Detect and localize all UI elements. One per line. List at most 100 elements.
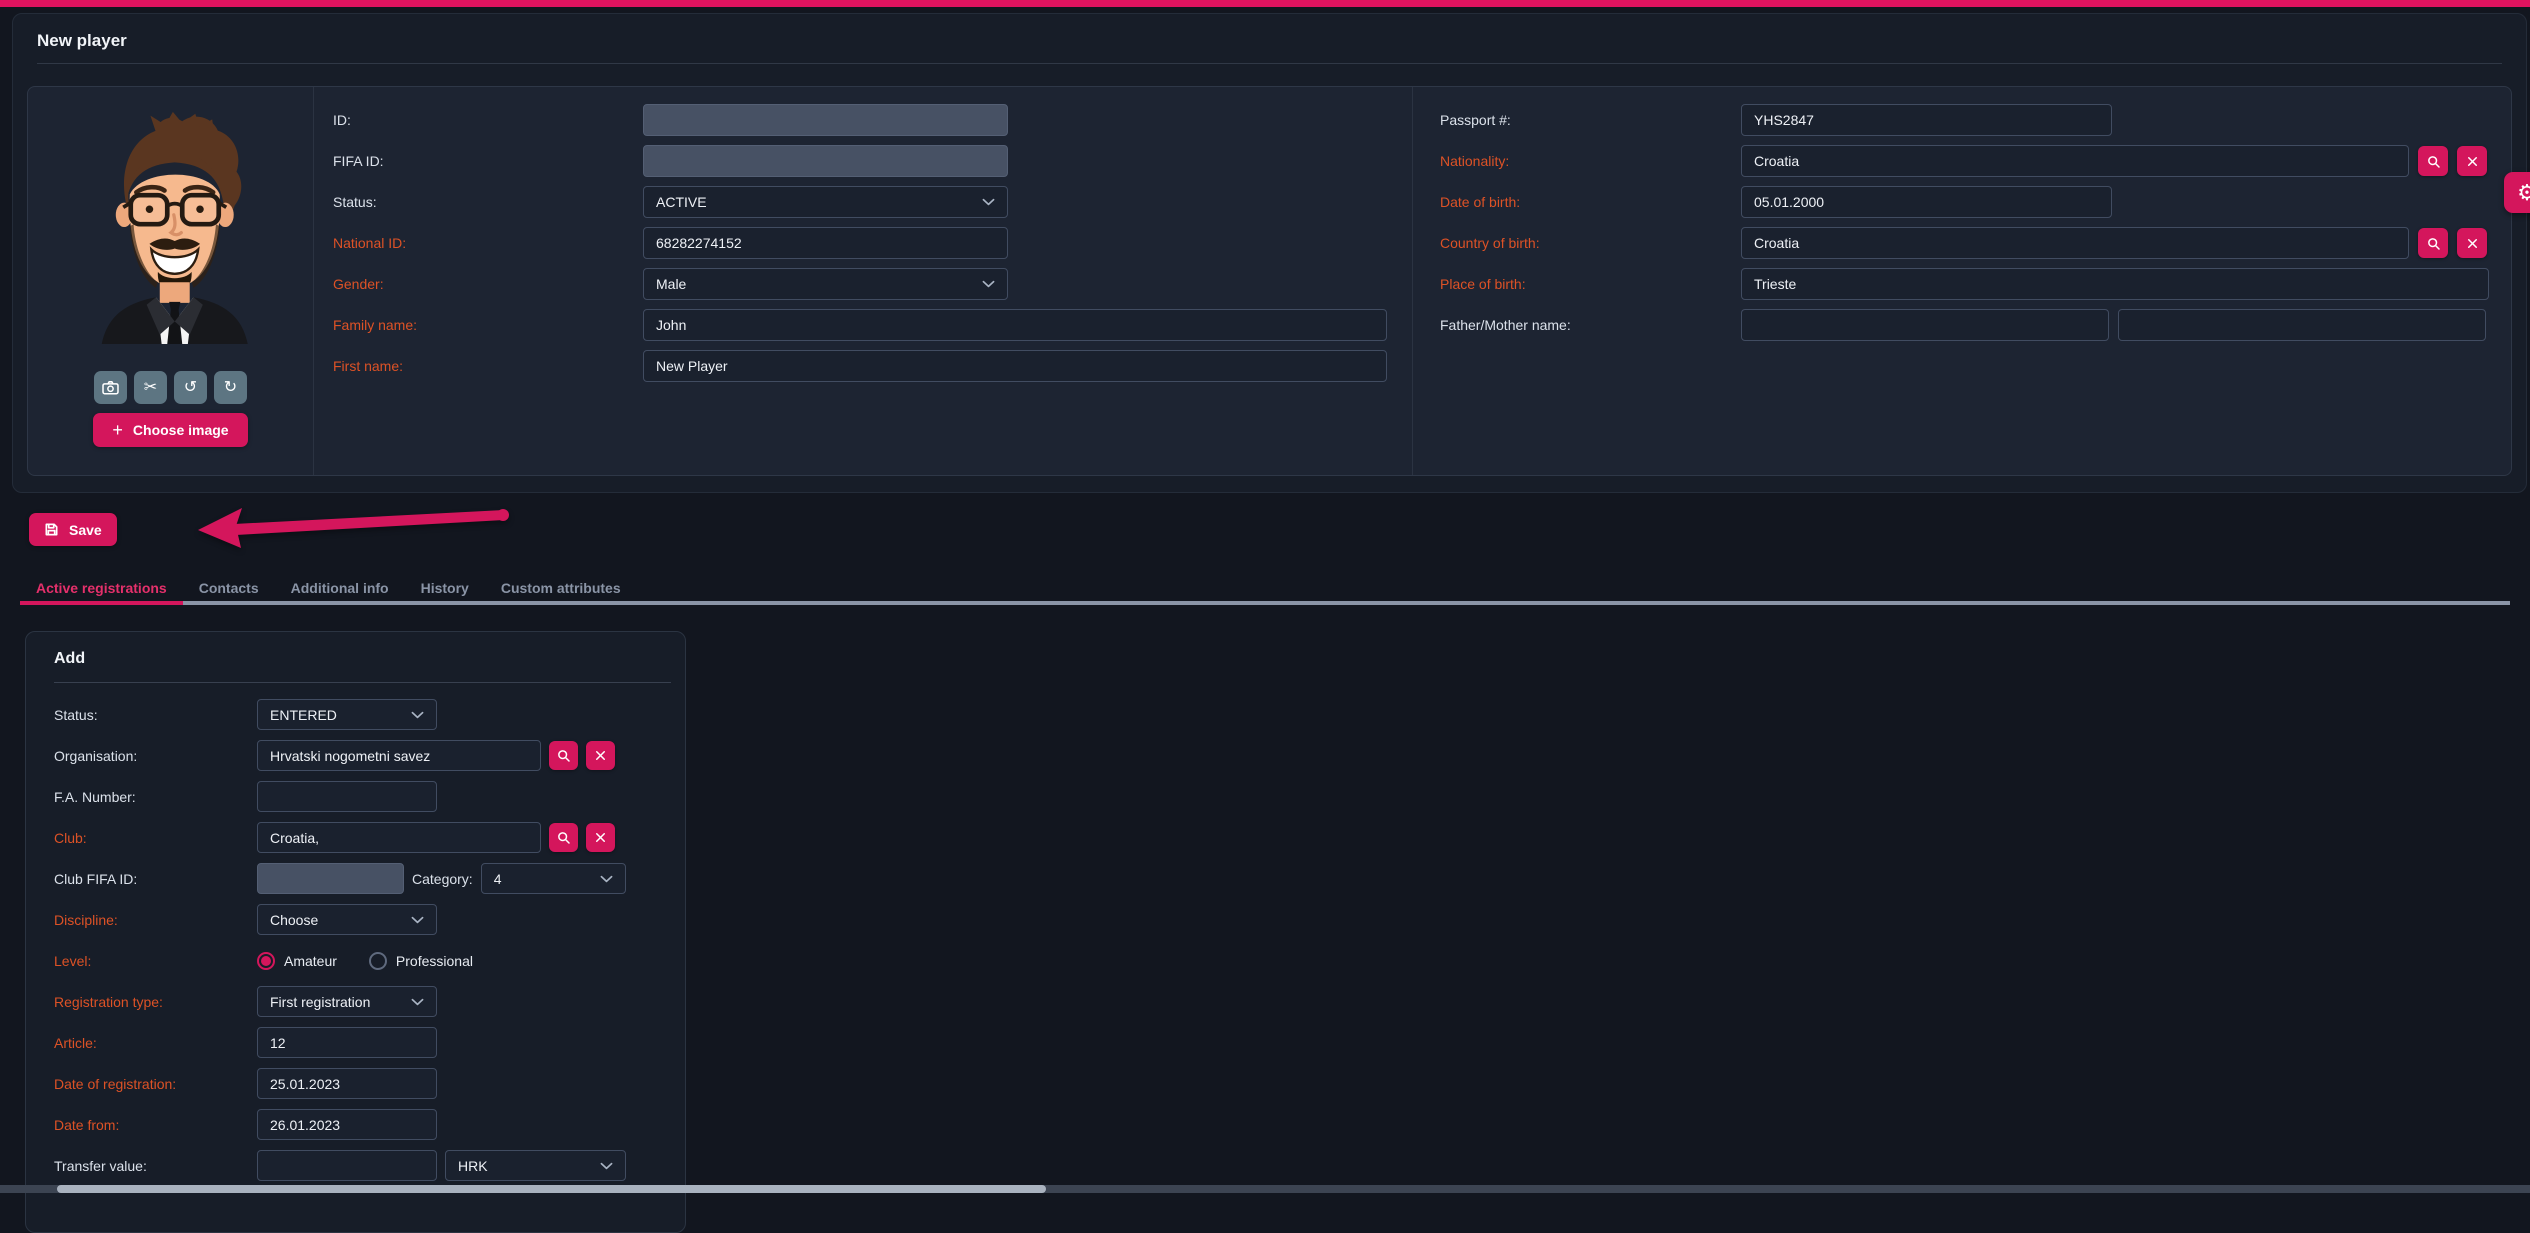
fa-number-label: F.A. Number: xyxy=(54,789,257,805)
registration-type-select[interactable]: First registration xyxy=(257,986,437,1017)
currency-select[interactable]: HRK xyxy=(445,1150,626,1181)
fifa-id-label: FIFA ID: xyxy=(333,153,643,169)
chevron-down-icon xyxy=(411,711,424,719)
date-of-birth-label: Date of birth: xyxy=(1440,194,1741,210)
close-icon xyxy=(593,830,608,845)
divider xyxy=(37,63,2502,64)
passport-number-input[interactable] xyxy=(1741,104,2112,136)
transfer-value-input[interactable] xyxy=(257,1150,437,1181)
reg-status-select[interactable]: ENTERED xyxy=(257,699,437,730)
tab-additional-info[interactable]: Additional info xyxy=(275,575,405,601)
organisation-search-button[interactable] xyxy=(549,741,578,770)
search-icon xyxy=(556,748,571,763)
article-input[interactable] xyxy=(257,1027,437,1058)
date-from-input[interactable] xyxy=(257,1109,437,1140)
gender-selected-value: Male xyxy=(656,276,686,292)
player-form-right: Passport #: Nationality: Date of birth: Cou… xyxy=(1413,87,2511,475)
form-row-nationality: Nationality: xyxy=(1440,145,2511,177)
family-name-label: Family name: xyxy=(333,317,643,333)
form-row-family-name: Family name: xyxy=(333,309,1412,341)
new-player-page: New player xyxy=(0,13,2530,1233)
horizontal-scrollbar[interactable] xyxy=(0,1185,2530,1193)
family-name-input[interactable] xyxy=(643,309,1387,341)
reg-status-label: Status: xyxy=(54,707,257,723)
chevron-down-icon xyxy=(600,875,613,883)
form-row-country-of-birth: Country of birth: xyxy=(1440,227,2511,259)
camera-icon xyxy=(102,380,119,395)
country-of-birth-clear-button[interactable] xyxy=(2457,228,2487,258)
chevron-down-icon xyxy=(982,280,995,288)
level-radio-label-professional[interactable]: Professional xyxy=(396,953,473,969)
tab-active-registrations[interactable]: Active registrations xyxy=(20,575,183,601)
status-label: Status: xyxy=(333,194,643,210)
chevron-down-icon xyxy=(600,1162,613,1170)
category-selected-value: 4 xyxy=(494,871,502,887)
gear-icon: ⚙ xyxy=(2517,180,2530,206)
nationality-search-button[interactable] xyxy=(2418,146,2448,176)
discipline-select[interactable]: Choose xyxy=(257,904,437,935)
rotate-left-button[interactable]: ↺ xyxy=(174,371,207,404)
add-registration-card: Add Status:ENTEREDOrganisation:F.A. Numb… xyxy=(25,631,686,1233)
level-radio-label-amateur[interactable]: Amateur xyxy=(284,953,337,969)
reg-status-selected-value: ENTERED xyxy=(270,707,337,723)
form-row-club-fifa-id: Club FIFA ID:Category:4 xyxy=(54,863,671,894)
status-select[interactable]: ACTIVE xyxy=(643,186,1008,218)
form-row-reg-status: Status: ENTERED xyxy=(54,699,671,730)
nationality-input[interactable] xyxy=(1741,145,2409,177)
form-row-fa-number: F.A. Number: xyxy=(54,781,671,812)
chevron-down-icon xyxy=(982,198,995,206)
search-icon xyxy=(2426,154,2441,169)
first-name-input[interactable] xyxy=(643,350,1387,382)
level-radio-amateur[interactable] xyxy=(257,952,275,970)
organisation-clear-button[interactable] xyxy=(586,741,615,770)
settings-gear-button[interactable]: ⚙ xyxy=(2504,172,2530,213)
fa-number-input[interactable] xyxy=(257,781,437,812)
tabs: Active registrationsContactsAdditional i… xyxy=(20,575,2510,605)
form-row-discipline: Discipline:Choose xyxy=(54,904,671,935)
level-radio-professional[interactable] xyxy=(369,952,387,970)
club-input[interactable] xyxy=(257,822,541,853)
parent-name-1-input[interactable] xyxy=(1741,309,2109,341)
form-row-status: Status:ACTIVE xyxy=(333,186,1412,218)
search-icon xyxy=(556,830,571,845)
save-button[interactable]: Save xyxy=(29,513,117,546)
player-form-left: ID:FIFA ID:Status:ACTIVENational ID:Gend… xyxy=(314,87,1413,475)
rotate-right-button[interactable]: ↻ xyxy=(214,371,247,404)
country-of-birth-label: Country of birth: xyxy=(1440,235,1741,251)
country-of-birth-search-button[interactable] xyxy=(2418,228,2448,258)
country-of-birth-input[interactable] xyxy=(1741,227,2409,259)
chevron-down-icon xyxy=(411,998,424,1006)
national-id-input[interactable] xyxy=(643,227,1008,259)
parent-name-2-input[interactable] xyxy=(2118,309,2486,341)
form-row-first-name: First name: xyxy=(333,350,1412,382)
date-of-birth-input[interactable] xyxy=(1741,186,2112,218)
level-label: Level: xyxy=(54,953,257,969)
camera-button[interactable] xyxy=(94,371,127,404)
tab-custom-attributes[interactable]: Custom attributes xyxy=(485,575,637,601)
club-clear-button[interactable] xyxy=(586,823,615,852)
club-label: Club: xyxy=(54,830,257,846)
category-select[interactable]: 4 xyxy=(481,863,626,894)
date-of-registration-input[interactable] xyxy=(257,1068,437,1099)
crop-button[interactable]: ✂ xyxy=(134,371,167,404)
registration-type-label: Registration type: xyxy=(54,994,257,1010)
form-row-registration-type: Registration type:First registration xyxy=(54,986,671,1017)
player-form-card: ✂ ↺↻ + Choose image ID: FIFA ID: Status:ACT… xyxy=(27,86,2512,476)
form-row-id: ID: xyxy=(333,104,1412,136)
close-icon xyxy=(2465,154,2480,169)
tab-contacts[interactable]: Contacts xyxy=(183,575,275,601)
first-name-label: First name: xyxy=(333,358,643,374)
scrollbar-thumb[interactable] xyxy=(57,1185,1046,1193)
place-of-birth-input[interactable] xyxy=(1741,268,2489,300)
scissors-icon: ✂ xyxy=(144,380,157,396)
gender-select[interactable]: Male xyxy=(643,268,1008,300)
form-row-parent-name: Father/Mother name: xyxy=(1440,309,2511,341)
nationality-clear-button[interactable] xyxy=(2457,146,2487,176)
chevron-down-icon xyxy=(411,916,424,924)
organisation-input[interactable] xyxy=(257,740,541,771)
player-avatar-image xyxy=(76,110,266,344)
club-search-button[interactable] xyxy=(549,823,578,852)
tab-history[interactable]: History xyxy=(405,575,485,601)
choose-image-button[interactable]: + Choose image xyxy=(93,413,247,447)
passport-number-label: Passport #: xyxy=(1440,112,1741,128)
